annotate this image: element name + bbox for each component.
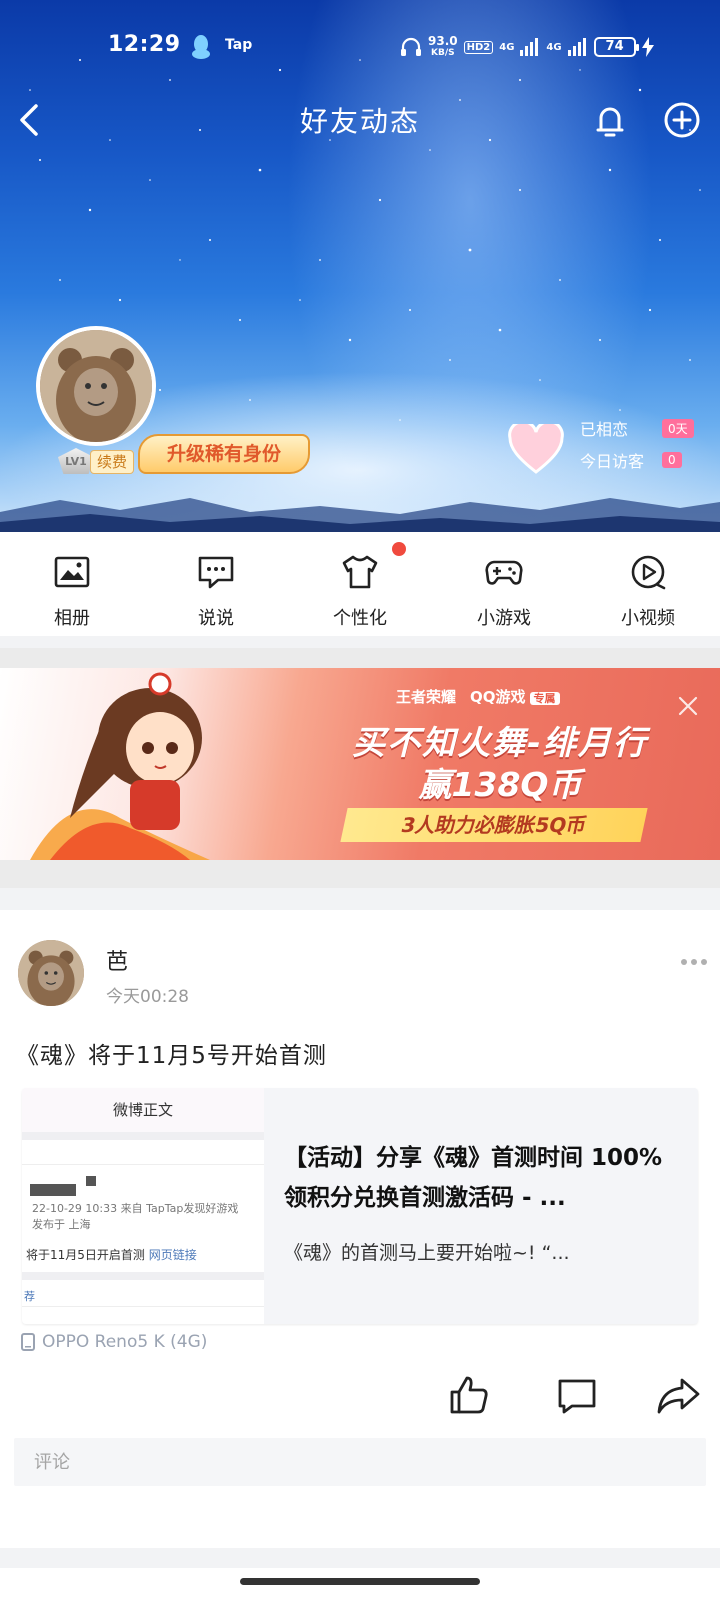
heart-icon[interactable] bbox=[508, 424, 564, 474]
more-options-icon[interactable] bbox=[680, 954, 708, 970]
status-time: 12:29 bbox=[108, 32, 181, 57]
post-text: 《魂》将于11月5号开始首测 bbox=[16, 1043, 327, 1069]
avatar[interactable] bbox=[36, 326, 156, 446]
headphones-icon bbox=[401, 37, 421, 56]
signal-label-1: 4G bbox=[499, 41, 515, 53]
net-speed-value: 93.0 bbox=[428, 34, 458, 48]
thumbnail-divider bbox=[22, 1164, 264, 1165]
phone-icon bbox=[21, 1333, 35, 1351]
character-illustration bbox=[30, 672, 210, 860]
function-album[interactable]: 相册 bbox=[0, 532, 144, 636]
section-divider bbox=[0, 888, 720, 910]
function-minigame[interactable]: 小游戏 bbox=[432, 532, 576, 636]
play-video-icon bbox=[631, 555, 666, 590]
function-label: 小视频 bbox=[621, 608, 675, 629]
function-personalize[interactable]: 个性化 bbox=[288, 532, 432, 636]
thumbnail-body-text: 将于11月5日开启首测 bbox=[26, 1248, 145, 1262]
signal-bars-icon bbox=[567, 38, 586, 56]
banner-subline: 3人助力必膨胀5Q币 bbox=[340, 808, 648, 842]
chat-bubble-icon bbox=[198, 556, 234, 589]
gamepad-icon bbox=[485, 560, 523, 585]
feed-post: 芭 今天00:28 《魂》将于11月5号开始首测 微博正文 22-10-29 1… bbox=[0, 910, 720, 1550]
stat-label: 已相恋 bbox=[580, 420, 629, 439]
section-divider bbox=[0, 636, 720, 648]
notification-dot bbox=[392, 542, 406, 556]
net-speed-unit: KB/S bbox=[431, 48, 455, 58]
stat-today-visitors[interactable]: 今日访客 0 bbox=[580, 448, 682, 472]
section-divider bbox=[0, 1548, 720, 1568]
bear-avatar-image bbox=[18, 940, 84, 1006]
thumbnail-band bbox=[22, 1272, 264, 1280]
exclusive-tag: 专属 bbox=[529, 692, 560, 705]
net-speed: 93.0 KB/S bbox=[428, 35, 458, 59]
ad-banner[interactable]: 王者荣耀 QQ游戏 专属 买不知火舞-绯月行 赢138Q币 3人助力必膨胀5Q币 bbox=[0, 668, 720, 860]
stat-label: 今日访客 bbox=[580, 452, 645, 471]
comment-input[interactable] bbox=[14, 1438, 706, 1486]
post-author-avatar[interactable] bbox=[18, 940, 84, 1006]
status-bar: 12:29 Tap 93.0 KB/S HD2 4G 4G 74 bbox=[0, 28, 720, 68]
function-shuoshuo[interactable]: 说说 bbox=[144, 532, 288, 636]
thumbnail-divider bbox=[22, 1306, 264, 1307]
stat-value: 0 bbox=[662, 452, 682, 468]
home-indicator[interactable] bbox=[240, 1578, 480, 1585]
function-minivideo[interactable]: 小视频 bbox=[576, 532, 720, 636]
battery-indicator: 74 bbox=[593, 37, 639, 57]
function-label: 说说 bbox=[198, 608, 234, 629]
link-title: 【活动】分享《魂》首测时间 100%领积分兑换首测激活码 - ... bbox=[284, 1145, 663, 1211]
post-author-name[interactable]: 芭 bbox=[106, 944, 128, 976]
ad-banner-section: 王者荣耀 QQ游戏 专属 买不知火舞-绯月行 赢138Q币 3人助力必膨胀5Q币 bbox=[0, 648, 720, 888]
close-icon[interactable] bbox=[676, 694, 700, 718]
shared-link-card[interactable]: 微博正文 22-10-29 10:33 来自 TapTap发现好游戏 发布于 上… bbox=[22, 1088, 698, 1324]
cover-background[interactable]: 12:29 Tap 93.0 KB/S HD2 4G 4G 74 好友动态 LV… bbox=[0, 0, 720, 532]
bear-avatar-image bbox=[40, 330, 152, 442]
qq-penguin-icon bbox=[192, 35, 210, 59]
stat-in-love: 已相恋 0天 bbox=[580, 416, 694, 440]
add-circle-icon[interactable] bbox=[660, 98, 704, 142]
photo-album-icon bbox=[54, 556, 90, 588]
redacted-block bbox=[30, 1184, 76, 1196]
thumbnail-tag: 荐 bbox=[24, 1290, 35, 1303]
thumbnail-location: 发布于 上海 bbox=[32, 1218, 91, 1231]
post-timestamp: 今天00:28 bbox=[106, 987, 189, 1007]
share-arrow-icon[interactable] bbox=[656, 1376, 700, 1416]
link-thumbnail: 微博正文 22-10-29 10:33 来自 TapTap发现好游戏 发布于 上… bbox=[22, 1088, 264, 1324]
charging-bolt-icon bbox=[641, 37, 654, 57]
hd-badge: HD2 bbox=[463, 40, 494, 54]
function-label: 小游戏 bbox=[477, 608, 531, 629]
honor-of-kings-logo: 王者荣耀 bbox=[396, 688, 457, 706]
signal-bars-icon bbox=[520, 38, 539, 56]
status-indicators: 93.0 KB/S HD2 4G 4G 74 bbox=[400, 32, 654, 62]
link-description: 《魂》的首测马上要开始啦~! “... bbox=[284, 1242, 570, 1264]
tshirt-icon bbox=[342, 555, 378, 589]
redacted-block bbox=[86, 1176, 96, 1186]
thumbnail-link: 网页链接 bbox=[148, 1248, 197, 1262]
thumbnail-meta: 22-10-29 10:33 来自 TapTap发现好游戏 bbox=[32, 1202, 239, 1215]
banner-prize: 赢138Q币 bbox=[418, 765, 582, 804]
qq-game-logo: QQ游戏 专属 bbox=[470, 686, 560, 707]
signal-label-2: 4G bbox=[546, 41, 562, 53]
function-label: 相册 bbox=[54, 608, 90, 629]
stat-value: 0天 bbox=[662, 418, 694, 438]
banner-logos: 王者荣耀 QQ游戏 专属 bbox=[396, 686, 560, 707]
comment-icon[interactable] bbox=[556, 1376, 598, 1416]
thumbnail-body: 将于11月5日开启首测 网页链接 bbox=[26, 1246, 197, 1263]
thumbnail-header: 微博正文 bbox=[22, 1088, 264, 1132]
device-name: OPPO Reno5 K (4G) bbox=[42, 1332, 208, 1352]
function-row: 相册 说说 个性化 小游戏 小视频 bbox=[0, 532, 720, 636]
mountain-silhouette bbox=[0, 498, 720, 532]
thumbs-up-icon[interactable] bbox=[448, 1374, 490, 1416]
renew-badge[interactable]: 续费 bbox=[90, 450, 135, 474]
bell-icon[interactable] bbox=[588, 98, 632, 142]
post-device: OPPO Reno5 K (4G) bbox=[20, 1332, 207, 1352]
function-label: 个性化 bbox=[333, 608, 387, 629]
qq-game-label: QQ游戏 bbox=[470, 688, 526, 706]
status-app-tag: Tap bbox=[225, 37, 253, 53]
thumbnail-band bbox=[22, 1132, 264, 1140]
upgrade-identity-button[interactable]: 升级稀有身份 bbox=[138, 434, 310, 474]
banner-headline: 买不知火舞-绯月行 bbox=[352, 723, 648, 762]
